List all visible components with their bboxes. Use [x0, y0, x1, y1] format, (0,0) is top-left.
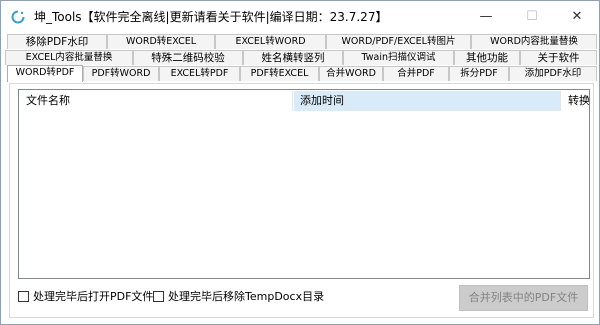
open-pdf-checkbox[interactable]	[18, 290, 29, 302]
column-header-file-name[interactable]: 文件名称	[20, 91, 292, 111]
tab-about-software[interactable]: 关于软件	[520, 50, 597, 65]
tab-word-batch-replace[interactable]: WORD内容批量替换	[471, 34, 597, 49]
column-header-added-time[interactable]: 添加时间	[294, 91, 560, 111]
tab-qrcode-verify[interactable]: 特殊二维码校验	[133, 50, 243, 65]
open-pdf-option[interactable]: 处理完毕后打开PDF文件	[18, 288, 153, 304]
tab-pdf-to-word[interactable]: PDF转WORD	[83, 66, 159, 81]
tab-add-pdf-watermark[interactable]: 添加PDF水印	[509, 66, 597, 81]
remove-temp-label: 处理完毕后移除TempDocx目录	[168, 290, 325, 303]
tab-twain-scanner-debug[interactable]: Twain扫描仪调试	[343, 50, 454, 65]
minimize-button[interactable]: —	[463, 1, 509, 32]
close-button[interactable]: ✕	[554, 1, 600, 32]
tab-excel-to-word[interactable]: EXCEL转WORD	[215, 34, 326, 49]
column-divider[interactable]	[560, 91, 561, 111]
maximize-button[interactable]: ☐	[509, 1, 555, 32]
tab-strip: 移除PDF水印 WORD转EXCEL EXCEL转WORD WORD/PDF/E…	[3, 34, 599, 82]
tab-split-pdf[interactable]: 拆分PDF	[449, 66, 509, 81]
merge-pdf-button[interactable]: 合并列表中的PDF文件	[459, 285, 588, 311]
column-divider[interactable]	[292, 91, 293, 111]
window-title: 坤_Tools【软件完全离线|更新请看关于软件|编译日期：23.7.27】	[34, 10, 388, 24]
app-window: 坤_Tools【软件完全离线|更新请看关于软件|编译日期：23.7.27】 — …	[0, 0, 600, 325]
tab-excel-to-pdf[interactable]: EXCEL转PDF	[159, 66, 240, 81]
file-list[interactable]: 文件名称 添加时间 转换后	[18, 89, 590, 279]
tab-remove-pdf-watermark[interactable]: 移除PDF水印	[7, 34, 107, 49]
tab-office-to-image[interactable]: WORD/PDF/EXCEL转图片	[326, 34, 471, 49]
tab-name-horizontal-to-vertical[interactable]: 姓名横转竖列	[243, 50, 343, 65]
open-pdf-label: 处理完毕后打开PDF文件	[33, 290, 154, 303]
tab-merge-word[interactable]: 合并WORD	[319, 66, 383, 81]
tab-word-to-pdf[interactable]: WORD转PDF	[7, 65, 83, 82]
tab-other-functions[interactable]: 其他功能	[454, 50, 520, 65]
app-logo-icon	[11, 10, 25, 24]
tab-word-to-excel[interactable]: WORD转EXCEL	[107, 34, 215, 49]
tab-excel-batch-replace[interactable]: EXCEL内容批量替换	[5, 50, 133, 65]
column-header-converted[interactable]: 转换后	[562, 91, 589, 111]
title-bar[interactable]: 坤_Tools【软件完全离线|更新请看关于软件|编译日期：23.7.27】 — …	[1, 1, 599, 32]
tab-pdf-to-excel[interactable]: PDF转EXCEL	[240, 66, 319, 81]
tab-content-panel: 文件名称 添加时间 转换后 处理完毕后打开PDF文件 处理完毕后移除TempDo…	[9, 83, 594, 318]
remove-temp-option[interactable]: 处理完毕后移除TempDocx目录	[153, 288, 324, 304]
remove-temp-checkbox[interactable]	[153, 290, 164, 302]
tab-merge-pdf[interactable]: 合并PDF	[383, 66, 449, 81]
